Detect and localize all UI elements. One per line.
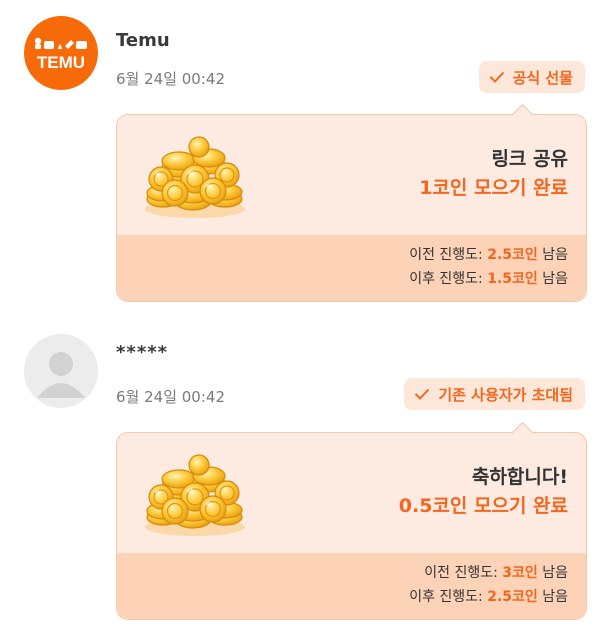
status-tag: 공식 선물 [478,61,585,93]
progress-after-remaining: 남음 [542,271,568,287]
progress-before-label: 이전 진행도: [424,565,498,581]
progress-after: 이후 진행도: 1.5코인 남음 [409,267,568,291]
default-user-icon [37,352,85,398]
gold-coins-icon [139,135,251,219]
progress-before-remaining: 남음 [542,247,568,263]
tag-label: 기존 사용자가 초대됨 [438,385,573,404]
progress-before-remaining: 남음 [542,565,568,581]
reward-card[interactable]: 축하합니다! 0.5코인 모으기 완료 이전 진행도: 3코인 남음 이후 진행… [116,421,587,620]
message-item: ***** 6월 24일 00:42 기존 사용자가 초대됨 축하합니다! 0.… [0,318,600,632]
timestamp: 6월 24일 00:42 [116,388,225,406]
progress-after-label: 이후 진행도: [409,589,483,605]
avatar[interactable] [24,334,98,408]
card-subtitle: 0.5코인 모으기 완료 [398,495,568,517]
progress-after-label: 이후 진행도: [409,271,483,287]
gold-coins-icon [139,453,251,537]
progress-after-value: 2.5코인 [487,589,538,605]
progress-before-value: 2.5코인 [487,247,538,263]
status-tag: 기존 사용자가 초대됨 [404,378,585,410]
avatar[interactable]: TEMU [24,16,98,90]
check-icon [415,388,430,400]
message-item: TEMU Temu 6월 24일 00:42 공식 선물 링크 공유 1코인 모… [0,0,600,310]
progress-after: 이후 진행도: 2.5코인 남음 [409,585,568,609]
temu-logo-icon: TEMU [34,37,87,72]
svg-text:TEMU: TEMU [37,53,85,72]
progress-info: 이전 진행도: 3코인 남음 이후 진행도: 2.5코인 남음 [409,561,568,609]
progress-before: 이전 진행도: 2.5코인 남음 [409,243,568,267]
card-notch [511,421,534,444]
reward-card[interactable]: 링크 공유 1코인 모으기 완료 이전 진행도: 2.5코인 남음 이후 진행도… [116,103,587,302]
card-title: 축하합니다! [471,466,568,488]
progress-after-value: 1.5코인 [487,271,538,287]
card-subtitle: 1코인 모으기 완료 [419,177,568,199]
progress-before: 이전 진행도: 3코인 남음 [409,561,568,585]
progress-info: 이전 진행도: 2.5코인 남음 이후 진행도: 1.5코인 남음 [409,243,568,291]
progress-before-value: 3코인 [502,565,538,581]
timestamp: 6월 24일 00:42 [116,70,225,88]
card-headline: 축하합니다! 0.5코인 모으기 완료 [399,463,568,521]
progress-after-remaining: 남음 [542,589,568,605]
card-headline: 링크 공유 1코인 모으기 완료 [419,145,568,203]
sender-name: ***** [116,342,169,363]
progress-before-label: 이전 진행도: [409,247,483,263]
tag-label: 공식 선물 [512,68,573,87]
card-notch [511,103,534,126]
check-icon [489,71,504,83]
card-title: 링크 공유 [491,148,568,170]
sender-name: Temu [116,30,170,51]
